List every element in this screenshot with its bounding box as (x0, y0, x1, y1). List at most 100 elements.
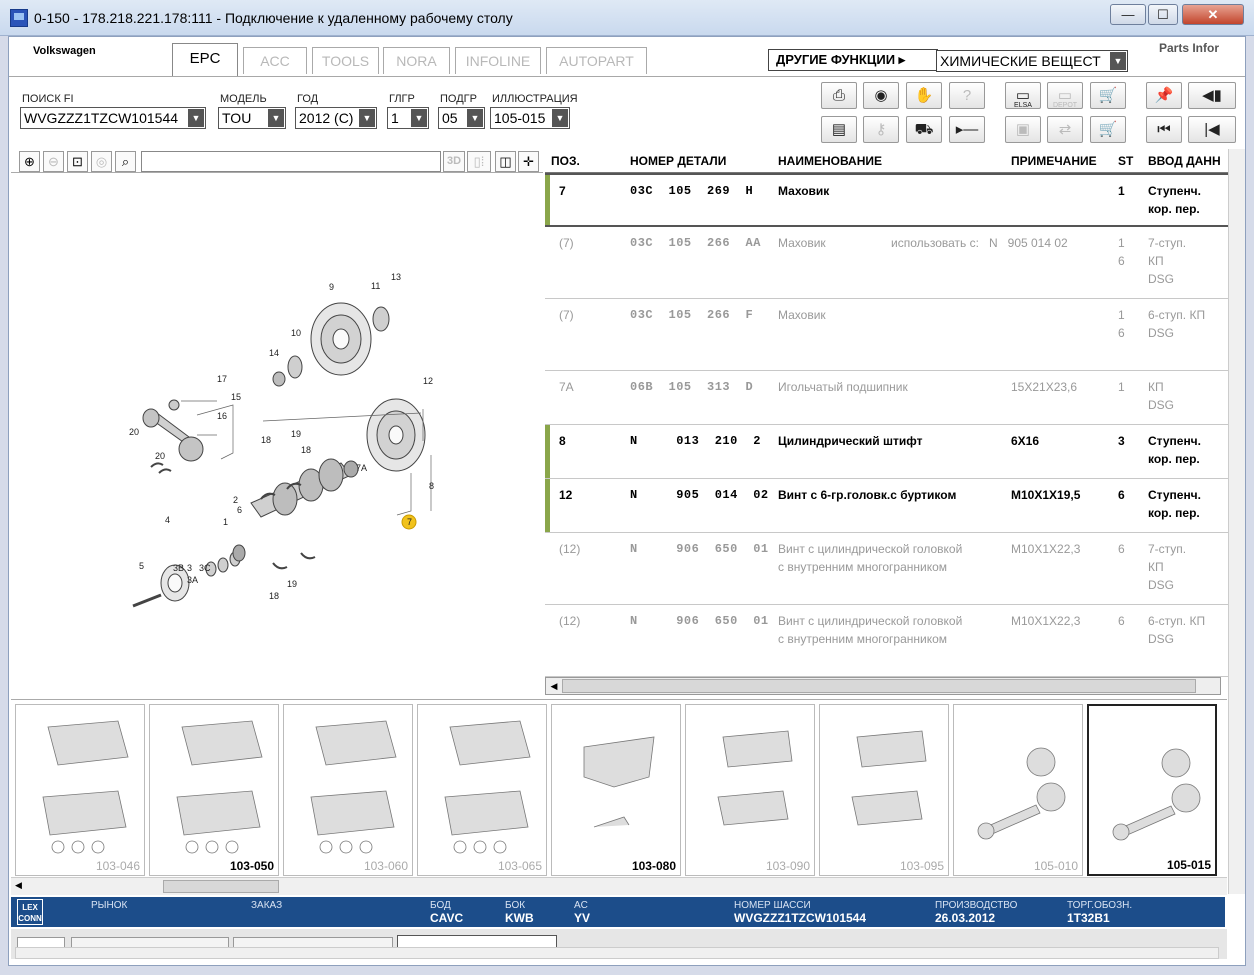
sub-group-select[interactable]: 05 ▼ (438, 107, 485, 129)
help-query-icon[interactable]: ? (949, 82, 985, 109)
diagram-callout[interactable]: 16 (217, 411, 227, 421)
chevron-down-icon[interactable]: ▼ (411, 109, 427, 127)
tab-infoline[interactable]: INFOLINE (455, 47, 541, 74)
scroll-thumb[interactable] (562, 679, 1196, 693)
diagram-callout[interactable]: 15 (231, 392, 241, 402)
table-row[interactable]: 7A 06B 105 313 D Игольчатый подшипник 15X21… (545, 371, 1245, 425)
thumbnails-scrollbar[interactable]: ◀ (11, 877, 1227, 895)
diagram-callout[interactable]: 5 (139, 561, 144, 571)
diagram-callout[interactable]: 3 (187, 563, 192, 573)
diagram-callout[interactable]: 13 (391, 272, 401, 282)
tab-epc[interactable]: EPC (172, 43, 238, 76)
illustration-thumbnail[interactable]: 105-010 (953, 704, 1083, 876)
diagram-callout[interactable]: 7 (407, 517, 412, 527)
monitor-disabled-icon[interactable]: ▣ (1005, 116, 1041, 143)
ring-part[interactable] (372, 306, 390, 332)
scroll-left-icon[interactable]: ◀ (546, 678, 562, 694)
parts-list-icon[interactable]: ▤ (821, 116, 857, 143)
table-row[interactable]: (7) 03C 105 266 AA Маховик использовать с: … (545, 227, 1245, 299)
table-row[interactable]: (7) 03C 105 266 F Маховик 1 6 6-ступ. КП DSG (545, 299, 1245, 371)
table-row[interactable]: (12) N 906 650 01 Винт с цилиндрической го… (545, 533, 1245, 605)
column-header-pos[interactable]: ПОЗ. (551, 154, 580, 168)
diagram-callout[interactable]: 9 (329, 282, 334, 292)
elsa-icon[interactable]: ▭ ELSA (1005, 82, 1041, 109)
chevron-down-icon[interactable]: ▼ (359, 109, 375, 127)
column-header-name[interactable]: НАИМЕНОВАНИЕ (778, 154, 882, 168)
first-page-icon[interactable]: ⏮ (1146, 116, 1182, 143)
zoom-100-icon[interactable]: ◎ (91, 151, 112, 172)
diagram-callout[interactable]: 2 (233, 495, 238, 505)
diagram-callout[interactable]: 19 (287, 579, 297, 589)
tab-tools[interactable]: TOOLS (312, 47, 379, 74)
play-stop-icon[interactable]: ▸— (949, 116, 985, 143)
key-icon[interactable]: ⚷ (863, 116, 899, 143)
diagram-callout[interactable]: 6 (237, 505, 242, 515)
illustration-thumbnail[interactable]: 103-065 (417, 704, 547, 876)
diagram-callout[interactable]: 10 (291, 328, 301, 338)
chemicals-select[interactable]: ХИМИЧЕСКИЕ ВЕЩЕСТ ▼ (936, 50, 1128, 72)
previous-page-icon[interactable]: |◀ (1188, 116, 1236, 143)
illustration-thumbnail[interactable]: 103-080 (551, 704, 681, 876)
column-header-part-number[interactable]: НОМЕР ДЕТАЛИ (630, 154, 726, 168)
table-row[interactable]: 7 03C 105 269 H Маховик 1 Ступенч. кор. пер. (545, 173, 1245, 227)
diagram-callout[interactable]: 14 (269, 348, 279, 358)
table-row[interactable]: 12 N 905 014 02 Винт с 6-гр.головк.с бурти… (545, 479, 1245, 533)
pin-icon[interactable]: 📌 (1146, 82, 1182, 109)
vertical-scrollbar[interactable] (1228, 149, 1245, 894)
chevron-down-icon[interactable]: ▼ (552, 109, 568, 127)
transfer-disabled-icon[interactable]: ⇄ (1047, 116, 1083, 143)
illustration-thumbnail[interactable]: 103-050 (149, 704, 279, 876)
zoom-in-icon[interactable]: ⊕ (19, 151, 40, 172)
illustration-select[interactable]: 105-015 ▼ (490, 107, 570, 129)
3d-view-button[interactable]: 3D (443, 151, 465, 172)
cart-icon[interactable]: 🛒 (1090, 116, 1126, 143)
chevron-down-icon[interactable]: ▼ (188, 109, 204, 127)
minimize-button[interactable]: — (1110, 4, 1146, 25)
diagram-callout[interactable]: 18 (301, 445, 311, 455)
diagram-callout[interactable]: 12 (423, 376, 433, 386)
collapse-panel-icon[interactable]: ◀▮ (1188, 82, 1236, 109)
diagram-callout[interactable]: 3C (199, 563, 211, 573)
ring-part[interactable] (287, 355, 303, 379)
model-select[interactable]: TOU ▼ (218, 107, 286, 129)
diagram-callout[interactable]: 3A (187, 575, 198, 585)
column-header-st[interactable]: ST (1118, 154, 1133, 168)
diagram-callout[interactable]: 8 (429, 481, 434, 491)
illustration-thumbnail[interactable]: 103-060 (283, 704, 413, 876)
diagram-callout[interactable]: 7A (356, 463, 367, 473)
split-view-icon[interactable]: ▯⁞ (467, 151, 491, 172)
columns-icon[interactable]: ◫ (495, 151, 516, 172)
handshake-icon[interactable]: ✋ (906, 82, 942, 109)
search-icon[interactable]: ⌕ (115, 151, 136, 172)
bottom-scrollbar[interactable] (15, 947, 1219, 959)
parts-horizontal-scrollbar[interactable]: ◀ (545, 677, 1221, 695)
diagram-callout[interactable]: 20 (155, 451, 165, 461)
scroll-thumb[interactable] (163, 880, 279, 893)
diagram-callout[interactable]: 11 (371, 281, 380, 291)
illustration-thumbnail[interactable]: 105-015 (1087, 704, 1217, 876)
illustration-thumbnail[interactable]: 103-090 (685, 704, 815, 876)
other-functions-button[interactable]: ДРУГИЕ ФУНКЦИИ ▸ (768, 49, 938, 71)
print-icon[interactable]: ⎙ (821, 82, 857, 109)
maximize-button[interactable]: ☐ (1148, 4, 1178, 25)
depot-icon[interactable]: ▭ DEPOT (1047, 82, 1083, 109)
column-header-note[interactable]: ПРИМЕЧАНИЕ (1011, 154, 1097, 168)
diagram-callout[interactable]: 19 (291, 429, 301, 439)
zoom-fit-icon[interactable]: ⊡ (67, 151, 88, 172)
zoom-out-icon[interactable]: ⊖ (43, 151, 64, 172)
diagram-callout[interactable]: 4 (165, 515, 170, 525)
search-fi-field[interactable]: WVGZZZ1TZCW101544 ▼ (20, 107, 206, 129)
column-header-input[interactable]: ВВОД ДАНН (1148, 154, 1221, 168)
chevron-down-icon[interactable]: ▼ (467, 109, 483, 127)
table-row[interactable]: (12) N 906 650 01 Винт с цилиндрической го… (545, 605, 1245, 677)
bushing-part[interactable] (272, 371, 286, 387)
diagram-callout[interactable]: 18 (261, 435, 271, 445)
chevron-down-icon[interactable]: ▼ (1110, 52, 1126, 70)
chevron-down-icon[interactable]: ▼ (268, 109, 284, 127)
year-select[interactable]: 2012 (C) ▼ (295, 107, 377, 129)
table-row[interactable]: 8 N 013 210 2 Цилиндрический штифт 6X16 3 Сту… (545, 425, 1245, 479)
illustration-search-input[interactable] (141, 151, 441, 172)
vehicle-icon[interactable]: ⛟ (906, 116, 942, 143)
cart-add-icon[interactable]: 🛒 (1090, 82, 1126, 109)
scroll-left-icon[interactable]: ◀ (15, 880, 22, 891)
